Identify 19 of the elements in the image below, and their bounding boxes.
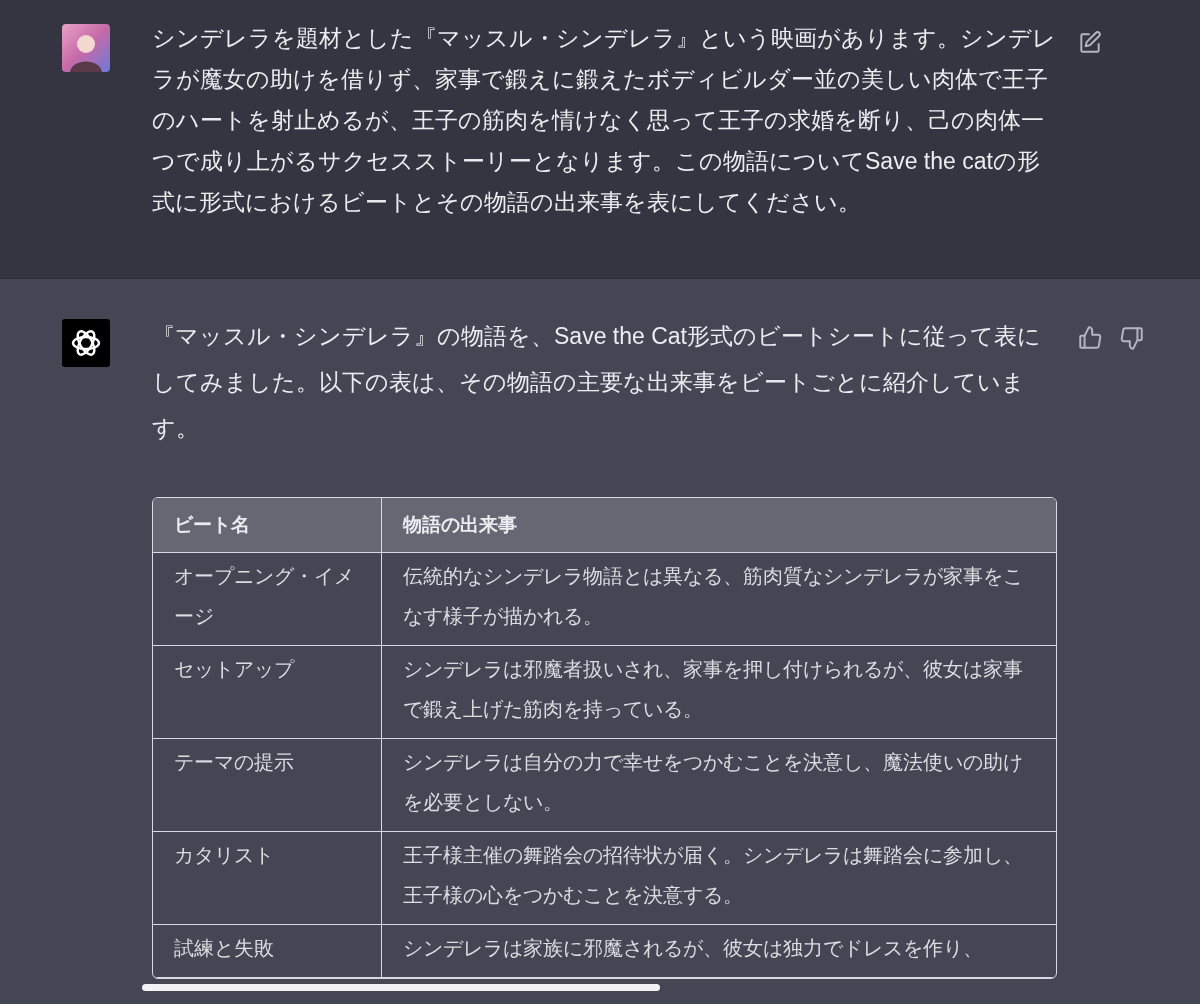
user-avatar-icon	[62, 24, 110, 72]
table-cell: オープニング・イメージ	[153, 553, 382, 646]
edit-icon[interactable]	[1077, 30, 1103, 56]
thumbs-down-icon[interactable]	[1119, 325, 1145, 351]
table-cell: シンデレラは家族に邪魔されるが、彼女は独力でドレスを作り、	[382, 925, 1056, 978]
knot-logo-icon	[62, 319, 110, 367]
table-cell: テーマの提示	[153, 739, 382, 832]
message-text: 『マッスル・シンデレラ』の物語を、Save the Cat形式のビートシートに従って表にしてみました。以下の表は、その物語の主要な出来事をビートごとに紹介しています。	[152, 322, 1042, 443]
table-cell: シンデレラは邪魔者扱いされ、家事を押し付けられるが、彼女は家事で鍛え上げた筋肉を持っている。	[382, 646, 1056, 739]
table-cell: シンデレラは自分の力で幸せをつかむことを決意し、魔法使いの助けを必要としない。	[382, 739, 1056, 832]
table-cell: 伝統的なシンデレラ物語とは異なる、筋肉質なシンデレラが家事をこなす様子が描かれる。	[382, 553, 1056, 646]
table-cell: カタリスト	[153, 832, 382, 925]
message-text: シンデレラを題材とした『マッスル・シンデレラ』という映画があります。シンデレラが魔女の助けを借りず、家事で鍛えに鍛えたボディビルダー並の美しい肉体で王子のハートを射止めるが、王子の筋肉を情けなく思って王子の求婚を断り、己の肉体一つで成り上がるサクセスストーリーとなります。この物語についてSave the catの形式に形式におけるビートとその物語の出来事を表にしてください。	[152, 24, 1057, 217]
column-header: 物語の出来事	[382, 498, 1056, 553]
table-cell: 試練と失敗	[153, 925, 382, 978]
table-cell: セットアップ	[153, 646, 382, 739]
table-cell: 王子様主催の舞踏会の招待状が届く。シンデレラは舞踏会に参加し、王子様の心をつかむことを決意する。	[382, 832, 1056, 925]
thumbs-up-icon[interactable]	[1077, 325, 1103, 351]
column-header: ビート名	[153, 498, 382, 553]
